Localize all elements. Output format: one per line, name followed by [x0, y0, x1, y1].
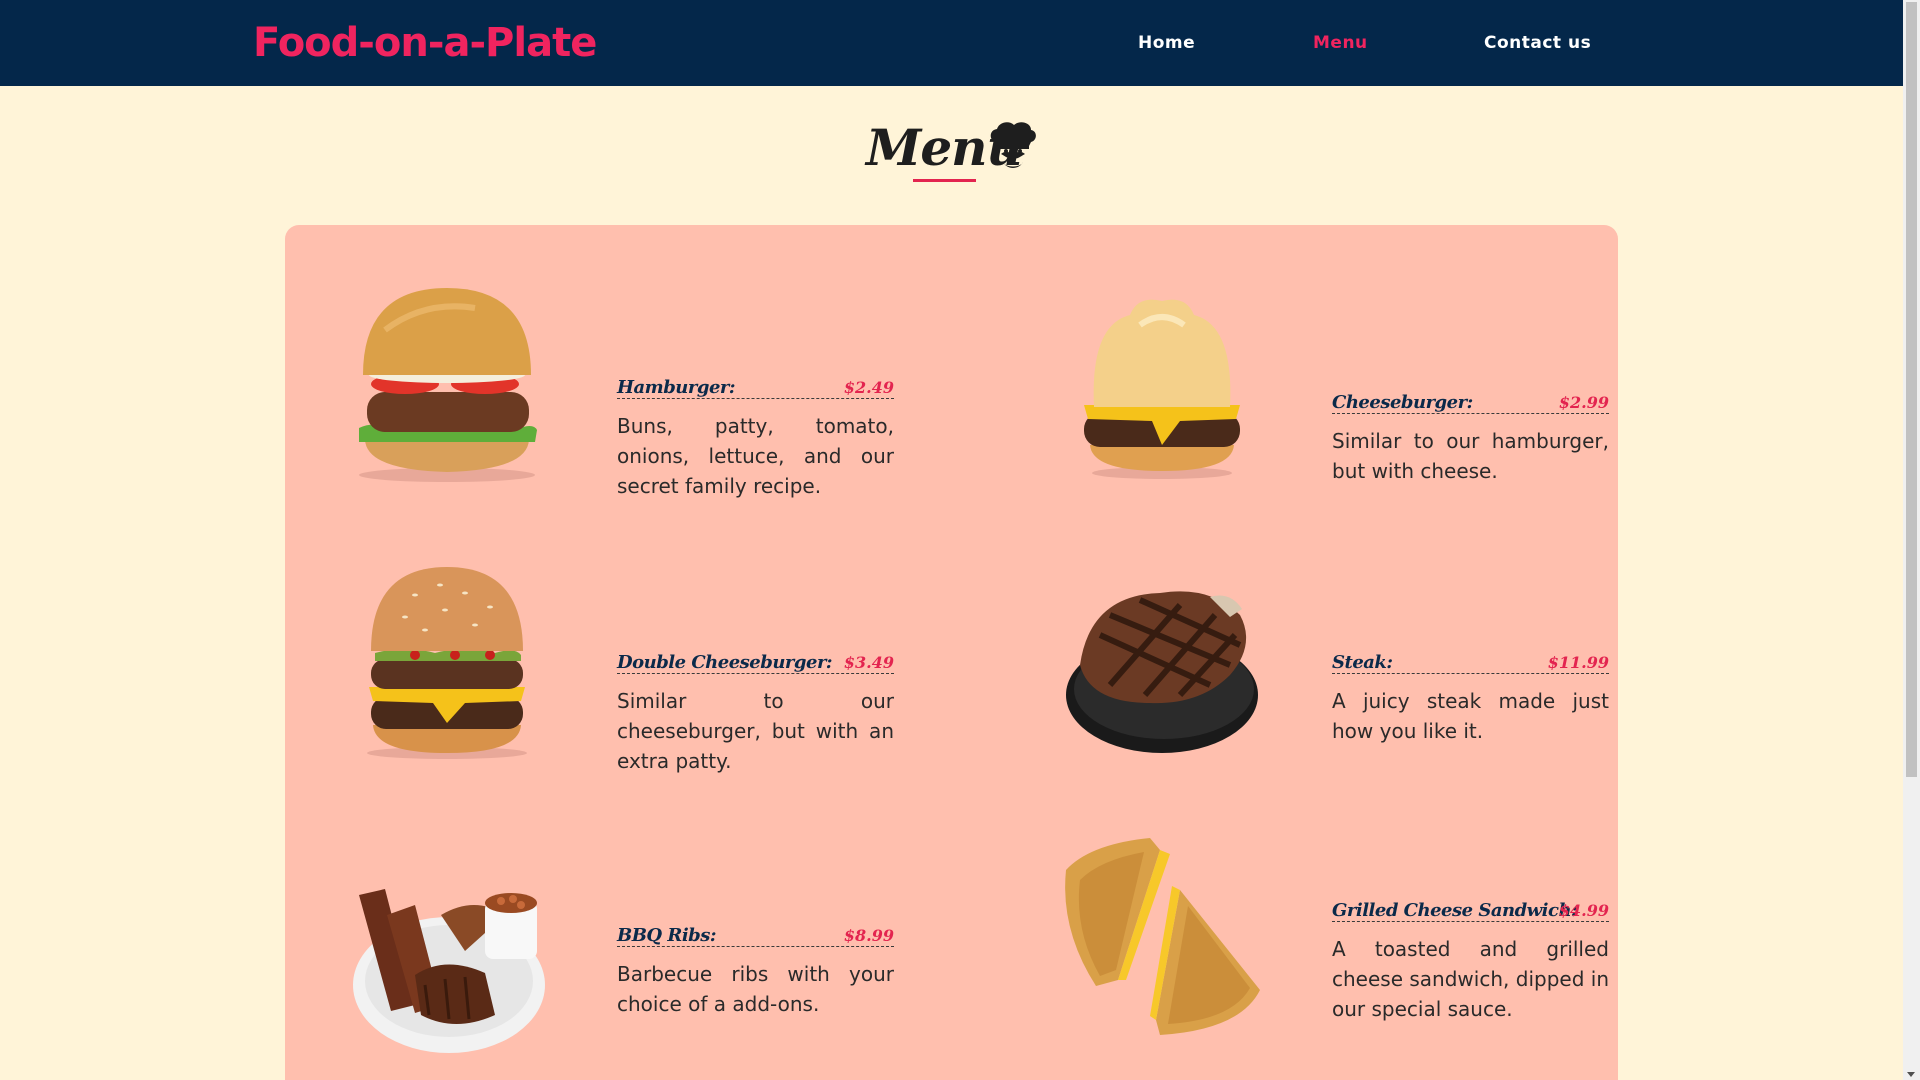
- menu-card: Hamburger: $2.49 Buns, patty, tomato, on…: [285, 225, 1618, 1080]
- menu-item-hamburger: Hamburger: $2.49 Buns, patty, tomato, on…: [345, 280, 894, 500]
- vertical-scrollbar[interactable]: [1903, 0, 1920, 1080]
- menu-item-bbq-ribs: BBQ Ribs: $8.99 Barbecue ribs with your …: [345, 855, 894, 1075]
- item-price: $2.99: [1558, 393, 1609, 412]
- menu-item-steak: Steak: $11.99 A juicy steak made just ho…: [1060, 555, 1609, 775]
- cheeseburger-image: [1084, 299, 1240, 479]
- hamburger-image: [359, 288, 537, 482]
- item-name: Cheeseburger:: [1332, 392, 1473, 413]
- brand-logo[interactable]: Food-on-a-Plate: [253, 20, 597, 66]
- item-name: Steak:: [1332, 652, 1393, 673]
- item-description: A toasted and grilled cheese sandwich, d…: [1332, 937, 1609, 1021]
- item-description: Barbecue ribs with your choice of a add-…: [617, 962, 894, 1016]
- item-price: $2.49: [843, 378, 894, 397]
- chef-hat-mustache-icon: [990, 122, 1036, 168]
- item-price: $3.49: [843, 653, 894, 672]
- item-price: $4.99: [1558, 901, 1609, 920]
- menu-item-cheeseburger: Cheeseburger: $2.99 Similar to our hambu…: [1060, 295, 1609, 515]
- menu-item-grilled-cheese: Grilled Cheese Sandwich: $4.99 A toasted…: [1060, 830, 1609, 1050]
- item-description: A juicy steak made just how you like it.: [1332, 689, 1609, 743]
- item-name: Grilled Cheese Sandwich:: [1332, 900, 1578, 921]
- item-price: $8.99: [843, 926, 894, 945]
- double-cheeseburger-image: [367, 567, 527, 759]
- scrollbar-thumb[interactable]: [1906, 2, 1917, 777]
- item-name: BBQ Ribs:: [617, 925, 717, 946]
- item-description: Similar to our cheeseburger, but with an…: [617, 689, 894, 773]
- item-name: Double Cheeseburger:: [617, 652, 833, 673]
- item-description: Similar to our hamburger, but with chees…: [1332, 429, 1609, 483]
- bbq-ribs-image: [353, 889, 545, 1053]
- nav-link-contact[interactable]: Contact us: [1484, 33, 1591, 53]
- nav-link-home[interactable]: Home: [1138, 33, 1195, 53]
- item-description: Buns, patty, tomato, onions, lettuce, an…: [617, 414, 894, 498]
- grilled-cheese-image: [1065, 838, 1260, 1035]
- scroll-down-arrow-icon[interactable]: [1907, 1072, 1915, 1077]
- item-name: Hamburger:: [617, 377, 736, 398]
- menu-item-double-cheeseburger: Double Cheeseburger: $3.49 Similar to ou…: [345, 555, 894, 775]
- nav-link-menu[interactable]: Menu: [1313, 33, 1368, 53]
- navbar: Food-on-a-Plate Home Menu Contact us: [0, 0, 1903, 86]
- steak-image: [1066, 591, 1258, 753]
- item-price: $11.99: [1547, 653, 1609, 672]
- title-underline: [913, 179, 976, 182]
